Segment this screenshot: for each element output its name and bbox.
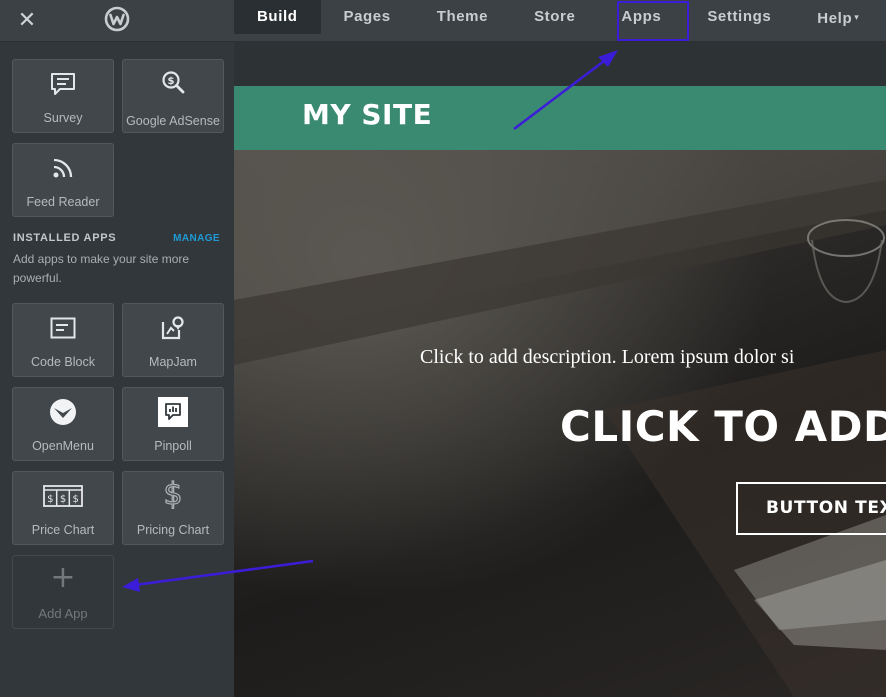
app-tile-label: Survey	[43, 111, 83, 125]
app-tile-label: Code Block	[31, 355, 95, 369]
installed-apps-title: INSTALLED APPS	[13, 232, 117, 244]
installed-apps-header: INSTALLED APPS MANAGE	[13, 232, 220, 248]
site-header[interactable]: MY SITE	[234, 86, 886, 150]
app-tile-mapjam[interactable]: MapJam	[122, 303, 224, 377]
site-canvas: MY SITE Click to add description. Lorem …	[234, 42, 886, 697]
hero-section[interactable]: Click to add description. Lorem ipsum do…	[234, 150, 886, 697]
top-bar: ✕ Build Pages Theme Store Apps Settings …	[0, 0, 886, 42]
svg-text:$: $	[163, 477, 182, 509]
nav-help-label: Help	[817, 10, 853, 27]
svg-text:$: $	[60, 494, 66, 505]
adsense-icon: $	[162, 71, 185, 94]
nav-store[interactable]: Store	[511, 0, 598, 34]
add-app-label: Add App	[38, 606, 88, 621]
manage-link[interactable]: MANAGE	[173, 233, 220, 244]
hero-button[interactable]: BUTTON TEXT	[736, 482, 886, 535]
app-tile-label: Pricing Chart	[136, 523, 210, 537]
app-tile-label: MapJam	[149, 355, 197, 369]
app-tile-label: Google AdSense	[126, 114, 220, 128]
mapjam-icon	[161, 316, 184, 340]
app-tile-openmenu[interactable]: OpenMenu	[12, 387, 114, 461]
sidebar: Survey $ Google AdSense Feed Reader INST…	[0, 42, 234, 697]
rss-icon	[53, 158, 73, 178]
svg-text:$: $	[168, 76, 175, 87]
code-block-icon	[50, 317, 76, 339]
main-nav: Build Pages Theme Store Apps Settings He…	[234, 0, 867, 34]
svg-text:$: $	[73, 494, 79, 505]
app-tile-pricing-chart[interactable]: $ Pricing Chart	[122, 471, 224, 545]
weebly-logo-icon[interactable]	[104, 6, 130, 32]
nav-help[interactable]: Help ▾	[794, 0, 867, 34]
survey-icon	[51, 73, 75, 95]
add-app-button[interactable]: + Add App	[12, 555, 114, 629]
close-icon[interactable]: ✕	[14, 8, 40, 34]
app-tile-price-chart[interactable]: $ $ $ Price Chart	[12, 471, 114, 545]
price-chart-icon: $ $ $	[43, 485, 83, 507]
dollar-icon: $	[163, 477, 183, 509]
installed-apps-description: Add apps to make your site more powerful…	[13, 252, 190, 285]
app-tile-google-adsense[interactable]: $ Google AdSense	[122, 59, 224, 133]
app-tile-code-block[interactable]: Code Block	[12, 303, 114, 377]
nav-theme[interactable]: Theme	[414, 0, 511, 34]
canvas-top-strip	[234, 42, 886, 86]
app-tile-label: Pinpoll	[154, 439, 192, 453]
app-tile-survey[interactable]: Survey	[12, 59, 114, 133]
app-tile-label: Feed Reader	[26, 195, 100, 209]
openmenu-icon	[50, 399, 76, 425]
nav-apps[interactable]: Apps	[598, 0, 684, 34]
app-tile-feed-reader[interactable]: Feed Reader	[12, 143, 114, 217]
app-tile-label: Price Chart	[31, 523, 95, 537]
hero-description[interactable]: Click to add description. Lorem ipsum do…	[420, 346, 794, 369]
nav-settings[interactable]: Settings	[684, 0, 794, 34]
nav-pages[interactable]: Pages	[321, 0, 414, 34]
pinpoll-icon	[158, 397, 188, 427]
site-title[interactable]: MY SITE	[302, 98, 432, 131]
app-tile-label: OpenMenu	[32, 439, 94, 453]
plus-icon: +	[50, 559, 76, 595]
svg-text:$: $	[47, 494, 53, 505]
hero-headline[interactable]: CLICK TO ADD H	[560, 402, 886, 451]
nav-build[interactable]: Build	[234, 0, 321, 34]
app-tile-pinpoll[interactable]: Pinpoll	[122, 387, 224, 461]
caret-down-icon: ▾	[854, 12, 860, 22]
